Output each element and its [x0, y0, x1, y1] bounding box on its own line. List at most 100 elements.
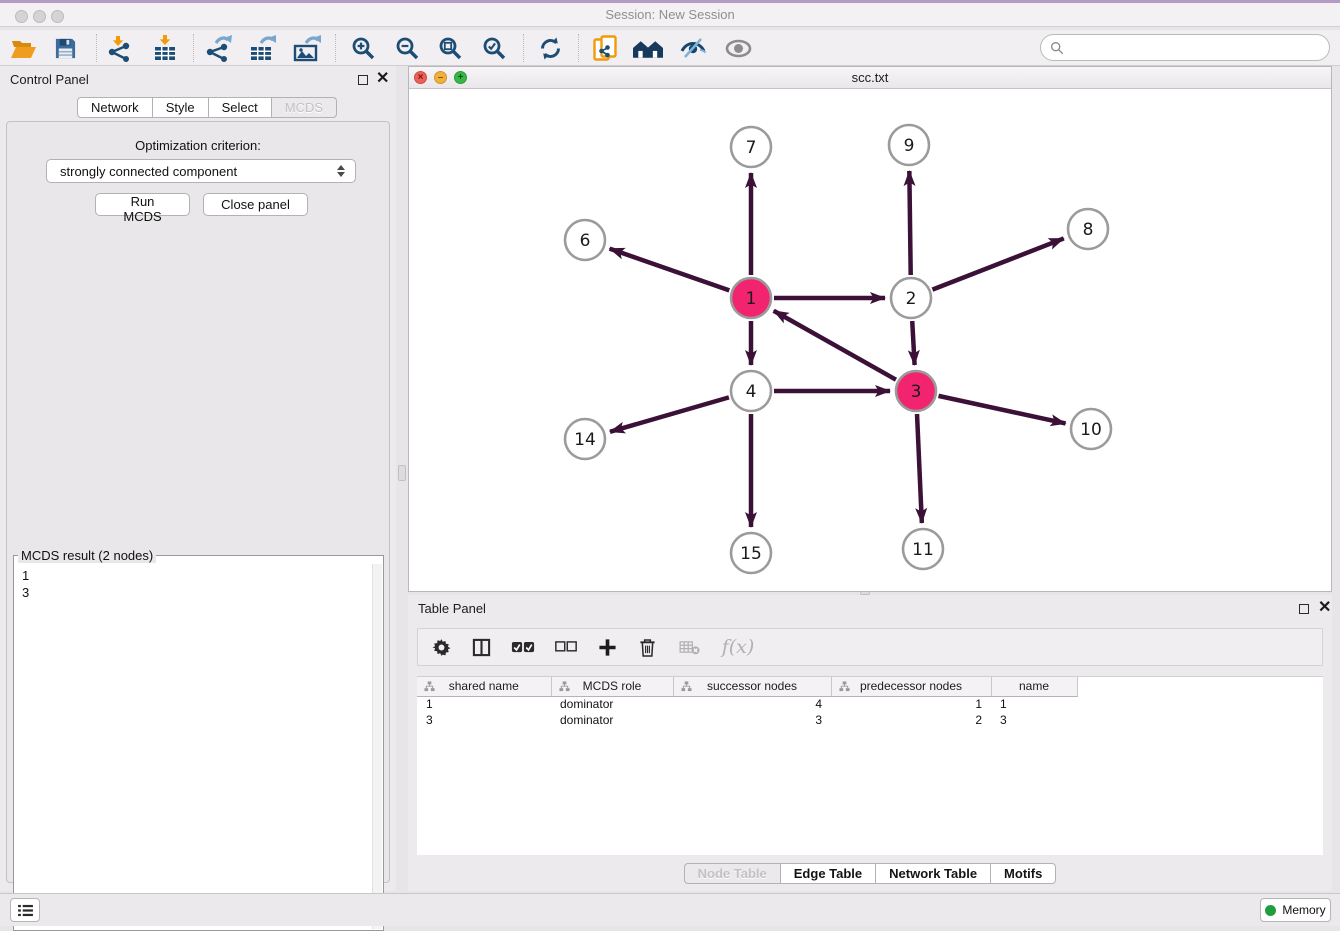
result-scrollbar[interactable]: [372, 564, 382, 929]
table-row[interactable]: 1dominator411: [417, 696, 1077, 712]
save-session-button[interactable]: [50, 34, 80, 62]
float-table-panel-button[interactable]: [1299, 602, 1309, 617]
zoom-out-icon: [395, 36, 420, 61]
unselect-all-columns-button[interactable]: [552, 632, 580, 662]
zoom-fit-icon: [438, 36, 463, 61]
export-table-button[interactable]: [247, 34, 277, 62]
close-panel-action-button[interactable]: Close panel: [203, 193, 308, 216]
edge-2-9[interactable]: [909, 171, 910, 275]
search-input[interactable]: [1069, 38, 1329, 58]
node-4[interactable]: 4: [731, 371, 771, 411]
network-file-title: scc.txt: [409, 70, 1331, 85]
network-window-titlebar[interactable]: × – + scc.txt: [409, 67, 1331, 89]
zoom-fit-button[interactable]: [435, 34, 465, 62]
node-label: 15: [740, 544, 762, 564]
node-3[interactable]: 3: [896, 371, 936, 411]
column-header-MCDS-role[interactable]: MCDS role: [551, 677, 673, 696]
node-7[interactable]: 7: [731, 127, 771, 167]
node-15[interactable]: 15: [731, 533, 771, 573]
node-9[interactable]: 9: [889, 125, 929, 165]
function-builder-button[interactable]: f(x): [718, 632, 758, 662]
edge-3-10[interactable]: [938, 396, 1065, 424]
node-14[interactable]: 14: [565, 419, 605, 459]
tab-node-table[interactable]: Node Table: [684, 863, 781, 884]
delete-column-button[interactable]: [634, 632, 660, 662]
zoom-selected-button[interactable]: [479, 34, 509, 62]
export-network-icon: [204, 35, 232, 62]
toggle-column-panel-button[interactable]: [468, 632, 494, 662]
clone-network-button[interactable]: [590, 34, 620, 62]
memory-button[interactable]: Memory: [1260, 898, 1331, 922]
import-network-button[interactable]: [104, 34, 134, 62]
export-network-button[interactable]: [203, 34, 233, 62]
edge-3-11[interactable]: [917, 414, 922, 523]
dropdown-stepper-icon: [337, 165, 345, 177]
table-cell[interactable]: 2: [831, 712, 991, 728]
import-table-button[interactable]: [150, 34, 180, 62]
edge-2-3[interactable]: [912, 321, 914, 365]
home-apply-layout-button[interactable]: [633, 34, 663, 62]
global-search[interactable]: [1040, 34, 1330, 61]
edge-4-14[interactable]: [610, 397, 729, 431]
select-all-columns-button[interactable]: [508, 632, 538, 662]
close-table-panel-button[interactable]: ✕: [1318, 600, 1331, 615]
close-panel-button[interactable]: ✕: [376, 71, 389, 86]
tab-motifs[interactable]: Motifs: [991, 863, 1056, 884]
criterion-dropdown-value: strongly connected component: [60, 164, 337, 179]
node-8[interactable]: 8: [1068, 209, 1108, 249]
tab-select[interactable]: Select: [209, 97, 272, 118]
column-header-name[interactable]: name: [991, 677, 1077, 696]
column-header-predecessor-nodes[interactable]: predecessor nodes: [831, 677, 991, 696]
table-cell[interactable]: 1: [831, 696, 991, 712]
zoom-out-button[interactable]: [392, 34, 422, 62]
edge-3-1[interactable]: [774, 311, 896, 380]
export-image-button[interactable]: [291, 34, 321, 62]
vertical-splitter-handle[interactable]: [398, 465, 406, 481]
hide-panels-button[interactable]: [678, 34, 708, 62]
table-row[interactable]: 3dominator323: [417, 712, 1077, 728]
node-6[interactable]: 6: [565, 220, 605, 260]
tab-mcds[interactable]: MCDS: [272, 97, 337, 118]
node-11[interactable]: 11: [903, 529, 943, 569]
table-cell[interactable]: 1: [417, 696, 551, 712]
table-panel: Table Panel ✕: [408, 595, 1332, 891]
table-settings-button[interactable]: [428, 632, 454, 662]
node-label: 10: [1080, 420, 1102, 440]
node-10[interactable]: 10: [1071, 409, 1111, 449]
delete-table-button[interactable]: [674, 632, 704, 662]
tab-network-table[interactable]: Network Table: [876, 863, 991, 884]
tab-network[interactable]: Network: [77, 97, 153, 118]
table-cell[interactable]: 3: [673, 712, 831, 728]
network-canvas[interactable]: 1 2 3 4 6 7 8 9 10 11 14 15: [409, 89, 1331, 591]
edge-2-8[interactable]: [932, 238, 1063, 289]
zoom-in-button[interactable]: [348, 34, 378, 62]
table-cell[interactable]: dominator: [551, 696, 673, 712]
column-header-shared-name[interactable]: shared name: [417, 677, 551, 696]
float-panel-button[interactable]: [358, 73, 368, 88]
table-cell[interactable]: 3: [991, 712, 1077, 728]
node-label: 14: [574, 430, 596, 450]
table-cell[interactable]: 3: [417, 712, 551, 728]
criterion-dropdown[interactable]: strongly connected component: [46, 159, 356, 183]
column-type-icon: [559, 681, 570, 692]
eye-slash-icon: [680, 37, 707, 60]
task-history-button[interactable]: [10, 898, 40, 922]
refresh-view-button[interactable]: [535, 34, 565, 62]
table-toolbar: f(x): [417, 628, 1323, 666]
table-cell[interactable]: 1: [991, 696, 1077, 712]
show-panels-button[interactable]: [723, 34, 753, 62]
run-mcds-button[interactable]: Run MCDS: [95, 193, 190, 216]
table-cell[interactable]: dominator: [551, 712, 673, 728]
export-table-icon: [248, 35, 276, 62]
column-header-successor-nodes[interactable]: successor nodes: [673, 677, 831, 696]
create-column-button[interactable]: [594, 632, 620, 662]
edge-1-6[interactable]: [610, 249, 730, 291]
node-1[interactable]: 1: [731, 278, 771, 318]
table-cell[interactable]: 4: [673, 696, 831, 712]
node-2[interactable]: 2: [891, 278, 931, 318]
open-session-button[interactable]: [8, 34, 38, 62]
network-view-window: × – + scc.txt 1 2 3 4 6 7 8 9 10 11 14 15: [408, 66, 1332, 592]
table-panel-tabs: Node TableEdge TableNetwork TableMotifs: [408, 863, 1332, 884]
tab-style[interactable]: Style: [153, 97, 209, 118]
tab-edge-table[interactable]: Edge Table: [781, 863, 876, 884]
